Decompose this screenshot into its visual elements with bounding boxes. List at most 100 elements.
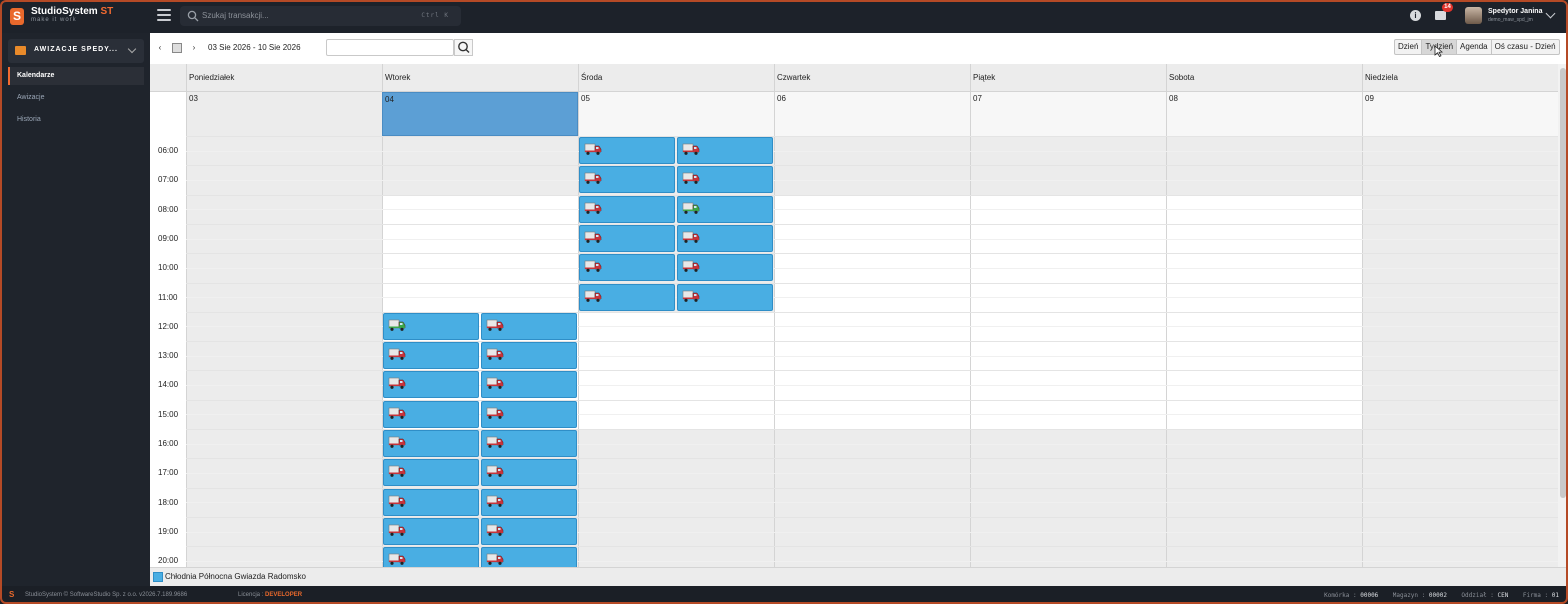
chevron-down-icon[interactable] <box>1545 8 1556 19</box>
half-hour-line <box>186 268 1558 269</box>
awizacja-event[interactable] <box>383 518 479 545</box>
view-timeline-day-button[interactable]: Oś czasu - Dzień <box>1492 40 1559 54</box>
awizacja-event[interactable] <box>481 313 577 340</box>
time-label: 09:00 <box>158 234 179 243</box>
day-header[interactable]: Poniedziałek <box>186 64 382 92</box>
view-day-button[interactable]: Dzień <box>1395 40 1423 54</box>
firma-label: Firma : <box>1522 592 1549 599</box>
awizacja-event[interactable] <box>677 225 773 252</box>
awizacja-event[interactable] <box>579 166 675 193</box>
truck-icon <box>388 348 406 360</box>
awizacja-event[interactable] <box>383 313 479 340</box>
truck-icon <box>388 436 406 448</box>
awizacja-event[interactable] <box>383 371 479 398</box>
awizacja-event[interactable] <box>579 254 675 281</box>
magazyn-label: Magazyn : <box>1392 592 1426 599</box>
awizacja-event[interactable] <box>481 489 577 516</box>
date-cell[interactable]: 09 <box>1362 92 1558 136</box>
awizacja-event[interactable] <box>383 430 479 457</box>
day-header[interactable]: Wtorek <box>382 64 578 92</box>
awizacja-event[interactable] <box>481 430 577 457</box>
menu-toggle-icon[interactable] <box>157 9 171 23</box>
truck-icon <box>388 553 406 565</box>
app-tagline: make it work <box>31 17 77 23</box>
day-header[interactable]: Piątek <box>970 64 1166 92</box>
sidebar-item-awizacje[interactable]: Awizacje <box>8 89 144 107</box>
awizacja-event[interactable] <box>677 166 773 193</box>
awizacja-event[interactable] <box>383 547 479 567</box>
scrollbar-thumb[interactable] <box>1560 68 1566 498</box>
awizacja-event[interactable] <box>383 401 479 428</box>
time-label: 20:00 <box>158 556 179 565</box>
truck-icon <box>388 495 406 507</box>
calendar-scrollbar[interactable] <box>1558 64 1568 567</box>
view-agenda-button[interactable]: Agenda <box>1457 40 1492 54</box>
awizacja-event[interactable] <box>579 225 675 252</box>
hour-line <box>186 253 1558 254</box>
user-login: demo_maw_spd_jm <box>1488 17 1533 23</box>
time-grid: 06:00 07:00 08:00 09:00 10:00 11:00 12:00 13:00… <box>150 136 1558 567</box>
truck-icon <box>486 524 504 536</box>
day-header[interactable]: Czwartek <box>774 64 970 92</box>
search-input[interactable]: Szukaj transakcji... Ctrl K <box>180 6 461 26</box>
day-header[interactable]: Sobota <box>1166 64 1362 92</box>
awizacja-event[interactable] <box>383 489 479 516</box>
awizacja-event[interactable] <box>677 284 773 311</box>
time-label: 16:00 <box>158 439 179 448</box>
sidebar-item-historia[interactable]: Historia <box>8 111 144 129</box>
prev-week-button[interactable]: ‹ <box>155 43 165 53</box>
footer-context: Komórka : 00006 Magazyn : 00002 Oddział … <box>1324 592 1559 599</box>
awizacja-event[interactable] <box>481 459 577 486</box>
sidebar-item-kalendarze[interactable]: Kalendarze <box>8 67 144 85</box>
truck-icon <box>486 465 504 477</box>
license-value: DEVELOPER <box>265 592 303 598</box>
awizacja-event[interactable] <box>579 196 675 223</box>
date-cell[interactable]: 05 <box>578 92 774 136</box>
module-selector[interactable]: AWIZACJE SPEDY... <box>8 39 144 63</box>
date-cell[interactable]: 07 <box>970 92 1166 136</box>
view-switcher: Dzień Tydzień Agenda Oś czasu - Dzień <box>1394 39 1560 55</box>
sidebar: AWIZACJE SPEDY... Kalendarze Awizacje Hi… <box>0 33 150 586</box>
awizacja-event[interactable] <box>579 137 675 164</box>
calendar-search-field[interactable] <box>326 39 454 56</box>
awizacja-event[interactable] <box>677 137 773 164</box>
calendar-search-button[interactable] <box>454 39 473 56</box>
awizacja-event[interactable] <box>481 371 577 398</box>
truck-icon <box>388 377 406 389</box>
day-header[interactable]: Niedziela <box>1362 64 1558 92</box>
mail-count-badge: 14 <box>1442 3 1453 12</box>
date-cell[interactable]: 06 <box>774 92 970 136</box>
awizacja-event[interactable] <box>481 547 577 567</box>
calendar-picker-icon[interactable] <box>172 43 182 53</box>
day-header[interactable]: Środa <box>578 64 774 92</box>
hour-line <box>186 195 1558 196</box>
next-week-button[interactable]: › <box>189 43 199 53</box>
truck-icon <box>388 524 406 536</box>
date-cell[interactable]: 03 <box>186 92 382 136</box>
awizacja-event[interactable] <box>481 342 577 369</box>
user-name[interactable]: Spedytor Janina <box>1488 8 1542 15</box>
awizacja-event[interactable] <box>383 342 479 369</box>
search-placeholder: Szukaj transakcji... <box>202 11 269 20</box>
avatar[interactable] <box>1465 7 1482 24</box>
footer-copyright: StudioSystem © SoftwareStudio Sp. z o.o.… <box>25 592 188 598</box>
search-icon <box>458 41 470 53</box>
awizacja-event[interactable] <box>677 254 773 281</box>
info-icon[interactable]: i <box>1410 10 1421 21</box>
date-cell[interactable]: 04 <box>382 92 578 136</box>
half-hour-line <box>186 151 1558 152</box>
truck-icon <box>682 231 700 243</box>
awizacja-event[interactable] <box>383 459 479 486</box>
time-label: 12:00 <box>158 322 179 331</box>
truck-icon <box>682 260 700 272</box>
awizacja-event[interactable] <box>579 284 675 311</box>
firma-value: 01 <box>1551 592 1559 599</box>
awizacja-event[interactable] <box>677 196 773 223</box>
license-label: Licencja : <box>238 592 264 598</box>
awizacja-event[interactable] <box>481 401 577 428</box>
awizacja-event[interactable] <box>481 518 577 545</box>
truck-icon <box>388 319 406 331</box>
studiosystem-logo-icon[interactable]: S <box>10 8 24 25</box>
date-cell[interactable]: 08 <box>1166 92 1362 136</box>
mail-icon[interactable] <box>1435 11 1446 20</box>
